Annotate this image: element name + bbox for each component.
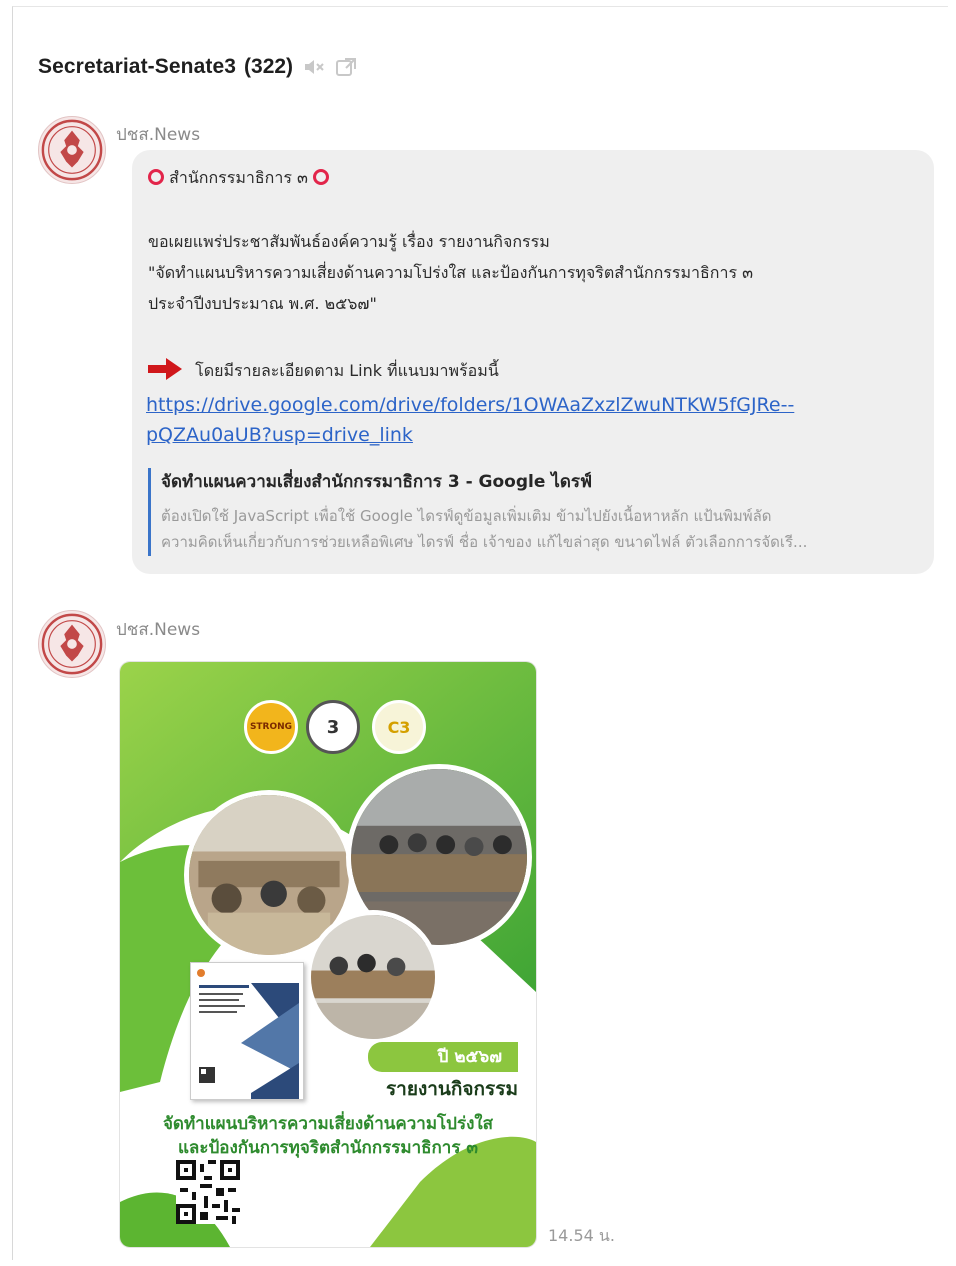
strong-badge-icon: STRONG — [244, 700, 298, 754]
drive-link[interactable]: https://drive.google.com/drive/folders/1… — [146, 394, 794, 416]
body-line: ประจำปีงบประมาณ พ.ศ. ๒๕๖๗" — [148, 294, 377, 313]
message-bubble: สำนักกรรมาธิการ ๓ ขอเผยแพร่ประชาสัมพันธ์… — [132, 150, 934, 574]
drive-link-continued[interactable]: pQZAu0aUB?usp=drive_link — [146, 424, 413, 446]
sender-avatar[interactable] — [38, 116, 106, 184]
chat-header: Secretariat-Senate3 (322) — [38, 55, 357, 79]
preview-description: ต้องเปิดใช้ JavaScript เพื่อใช้ Google ไ… — [161, 503, 906, 555]
senate-emblem-icon — [41, 613, 103, 675]
poster-label: รายงานกิจกรรม — [385, 1078, 518, 1100]
senate-emblem-icon — [41, 119, 103, 181]
c3-badge-icon: C3 — [372, 700, 426, 754]
preview-desc-line: ความคิดเห็นเกี่ยวกับการช่วยเหลือพิเศษ ได… — [161, 533, 808, 551]
sender-avatar[interactable] — [38, 610, 106, 678]
external-link-icon[interactable] — [335, 57, 357, 77]
red-arrow-icon — [148, 358, 182, 384]
activity-report-poster[interactable]: STRONG 3 C3 ปี ๒๕๖๗ รายงานกิจกรรม จัดทำแ… — [120, 662, 536, 1247]
preview-desc-line: ต้องเปิดใช้ JavaScript เพื่อใช้ Google ไ… — [161, 507, 772, 525]
report-cover-thumbnail — [190, 962, 304, 1100]
heading-text: สำนักกรรมาธิการ ๓ — [169, 168, 308, 187]
sender-name[interactable]: ปชส.News — [116, 616, 200, 643]
sender-name[interactable]: ปชส.News — [116, 121, 200, 148]
chat-title[interactable]: Secretariat-Senate3 — [38, 55, 236, 79]
body-line: "จัดทำแผนบริหารความเสี่ยงด้านความโปร่งใส… — [148, 263, 754, 282]
qr-code-icon — [176, 1160, 240, 1224]
link-intro: โดยมีรายละเอียดตาม Link ที่แนบมาพร้อมนี้ — [148, 358, 499, 384]
poster-subtitle: จัดทำแผนบริหารความเสี่ยงด้านความโปร่งใส — [162, 1114, 494, 1134]
red-circle-icon — [148, 169, 164, 185]
link-preview-card[interactable]: จัดทำแผนความเสี่ยงสำนักกรรมาธิการ 3 - Go… — [148, 468, 918, 556]
preview-title: จัดทำแผนความเสี่ยงสำนักกรรมาธิการ 3 - Go… — [161, 472, 593, 492]
body-line: ขอเผยแพร่ประชาสัมพันธ์องค์ความรู้ เรื่อง… — [148, 232, 550, 251]
message-heading: สำนักกรรมาธิการ ๓ — [148, 166, 330, 191]
poster-subtitle: และป้องกันการทุจริตสำนักกรรมาธิการ ๓ — [177, 1138, 479, 1158]
member-count[interactable]: (322) — [244, 55, 293, 79]
meeting-photo — [306, 910, 440, 1044]
poster-year-tag: ปี ๒๕๖๗ — [368, 1042, 518, 1072]
message-timestamp: 14.54 น. — [548, 1226, 615, 1245]
link-intro-text: โดยมีรายละเอียดตาม Link ที่แนบมาพร้อมนี้ — [195, 361, 499, 380]
red-circle-icon — [313, 169, 330, 185]
muted-speaker-icon[interactable] — [303, 58, 325, 76]
number-three-badge-icon: 3 — [306, 700, 360, 754]
